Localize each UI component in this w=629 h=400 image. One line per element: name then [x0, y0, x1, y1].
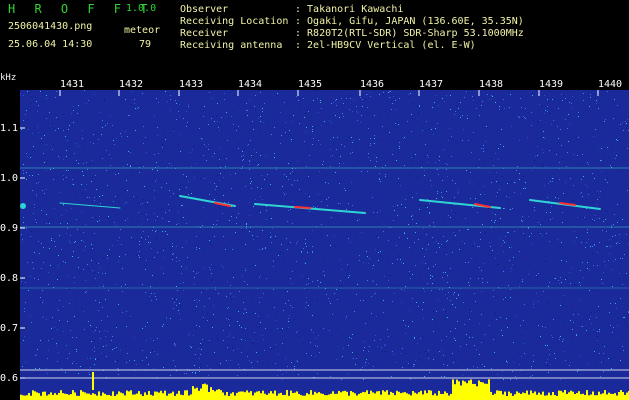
x-tick-1432: 1432	[119, 79, 144, 90]
info-label-observer: Observer	[180, 4, 229, 15]
y-tick-0-6: 0.6	[0, 373, 19, 384]
meteor-core-2	[294, 206, 311, 209]
date-time: 25.06.04 14:30	[8, 39, 93, 50]
info-label-antenna: Receiving antenna	[180, 40, 283, 51]
y-tick-0-7: 0.7	[0, 323, 19, 334]
x-tick-1435: 1435	[298, 79, 323, 90]
info-value-antenna: : 2el-HB9CV Vertical (el. E-W)	[295, 40, 476, 51]
meteor-count: 79	[139, 39, 152, 50]
info-label-receiver: Receiver	[180, 28, 229, 39]
x-tick-1440: 1440	[598, 79, 623, 90]
y-tick-0-8: 0.8	[0, 273, 19, 284]
info-label-location: Receiving Location	[180, 16, 289, 27]
y-tick-1-1: 1.1	[0, 123, 19, 134]
info-value-receiver: : R820T2(RTL-SDR) SDR-Sharp 53.1000MHz	[295, 28, 524, 39]
app-version: 1.0.0	[126, 3, 157, 14]
spectrogram	[20, 90, 629, 400]
info-value-location: : Ogaki, Gifu, JAPAN (136.60E, 35.35N)	[295, 16, 524, 27]
y-axis-unit: kHz	[0, 73, 17, 83]
y-tick-0-9: 0.9	[0, 223, 19, 234]
x-tick-1438: 1438	[479, 79, 504, 90]
info-value-observer: : Takanori Kawachi	[295, 4, 404, 15]
x-tick-1436: 1436	[360, 79, 385, 90]
x-tick-1437: 1437	[419, 79, 444, 90]
header-panel: H R O F F T 1.0.0 2506041430.png meteor …	[0, 0, 629, 76]
x-tick-1439: 1439	[539, 79, 564, 90]
y-tick-1-0: 1.0	[0, 173, 19, 184]
left-edge-signal	[20, 203, 26, 209]
x-tick-1431: 1431	[60, 79, 85, 90]
x-tick-1433: 1433	[179, 79, 204, 90]
spectrogram-background	[20, 90, 629, 400]
x-tick-1434: 1434	[238, 79, 263, 90]
meteor-label: meteor	[124, 25, 161, 36]
file-name: 2506041430.png	[8, 21, 93, 32]
